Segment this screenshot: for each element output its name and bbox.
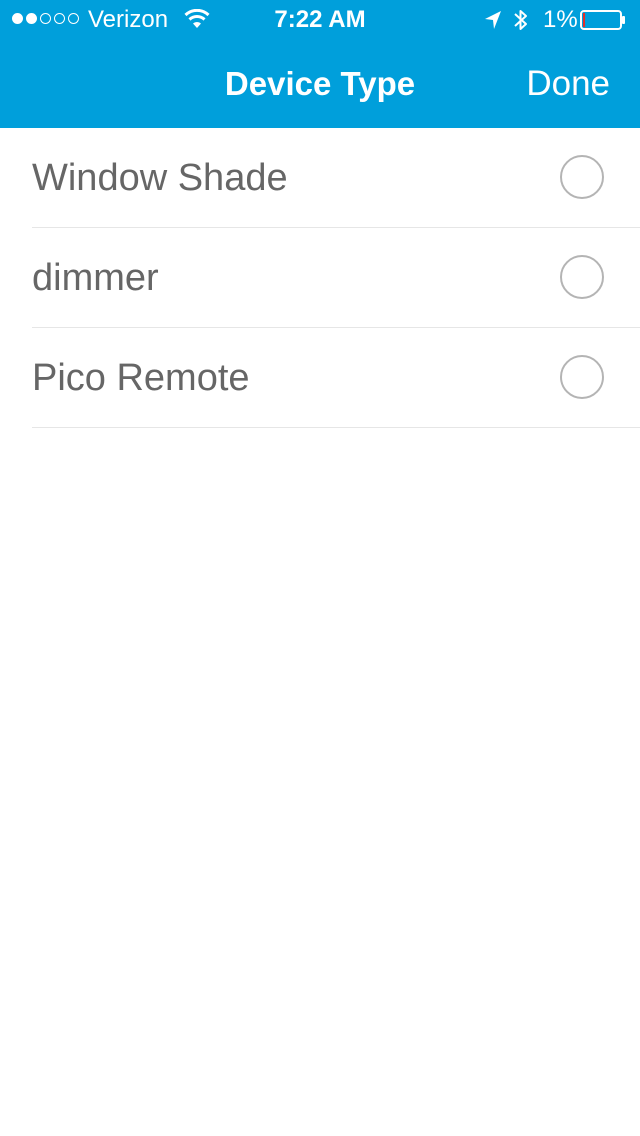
status-bar: Verizon 7:22 AM 1% [0, 0, 640, 40]
battery-fill [583, 13, 585, 27]
location-arrow-icon [485, 11, 501, 29]
device-type-option-pico-remote[interactable]: Pico Remote [0, 328, 640, 428]
divider [32, 427, 640, 428]
done-button[interactable]: Done [526, 64, 610, 104]
device-type-screen: Verizon 7:22 AM 1% Device Type Done Wind… [0, 0, 640, 1136]
device-type-option-window-shade[interactable]: Window Shade [0, 128, 640, 228]
radio-circle-icon[interactable] [560, 155, 604, 199]
radio-circle-icon[interactable] [560, 355, 604, 399]
header: Verizon 7:22 AM 1% Device Type Done [0, 0, 640, 128]
option-label: Window Shade [32, 157, 288, 199]
battery-icon [580, 10, 625, 30]
bluetooth-icon [514, 10, 527, 30]
device-type-list: Window Shade dimmer Pico Remote [0, 128, 640, 428]
option-label: Pico Remote [32, 357, 250, 399]
nav-bar: Device Type Done [0, 40, 640, 128]
radio-circle-icon[interactable] [560, 255, 604, 299]
battery-percent: 1% [543, 6, 578, 33]
option-label: dimmer [32, 257, 159, 299]
device-type-option-dimmer[interactable]: dimmer [0, 228, 640, 328]
